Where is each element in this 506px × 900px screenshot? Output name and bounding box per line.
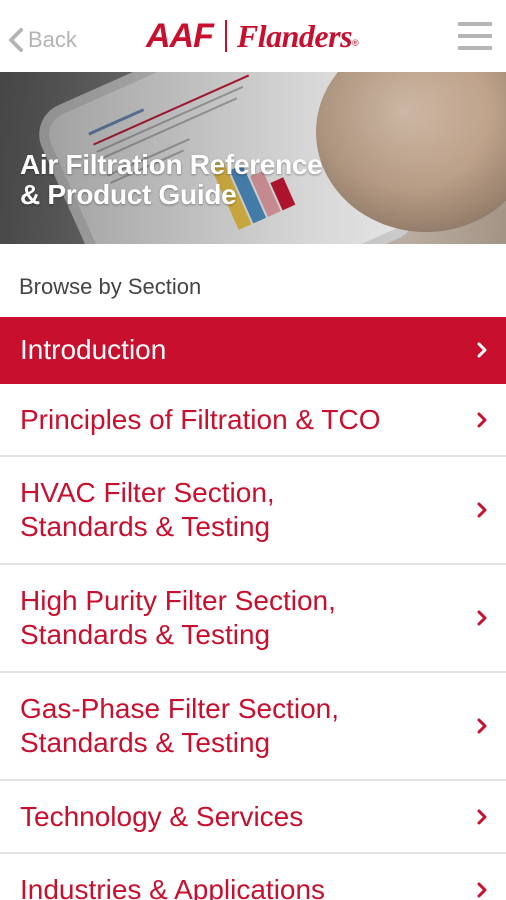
section-item-introduction[interactable]: Introduction <box>0 317 506 384</box>
chevron-right-icon <box>477 412 487 427</box>
section-item-label: Principles of Filtration & TCO <box>20 403 381 435</box>
menu-bar-middle <box>458 34 492 38</box>
browse-by-section-label: Browse by Section <box>19 274 202 299</box>
section-item-label: Industries & Applications <box>20 873 326 900</box>
section-item-principles[interactable]: Principles of Filtration & TCO <box>0 384 506 457</box>
chevron-right-icon <box>477 610 487 626</box>
section-item-gas-phase[interactable]: Gas-Phase Filter Section, Standards & Te… <box>0 673 506 781</box>
hero-title-line2: & Product Guide <box>20 179 237 210</box>
section-item-label: HVAC Filter Section, Standards & Testing <box>20 477 275 542</box>
section-item-technology[interactable]: Technology & Services <box>0 781 506 854</box>
chevron-right-icon <box>477 718 487 734</box>
menu-bar-bottom <box>458 46 492 50</box>
back-button[interactable]: Back <box>8 20 77 60</box>
chevron-left-icon <box>9 28 23 52</box>
app-screen: Back AAF Flanders ® Air Filtration Refer… <box>0 0 506 900</box>
hero-title-line1: Air Filtration Reference <box>20 149 323 180</box>
logo-flanders-text: Flanders <box>236 17 353 54</box>
chevron-right-icon <box>477 342 487 357</box>
section-list: Introduction Principles of Filtration & … <box>0 317 506 900</box>
section-item-label: Technology & Services <box>20 800 304 832</box>
back-button-label: Back <box>28 27 77 52</box>
section-item-high-purity[interactable]: High Purity Filter Section, Standards & … <box>0 565 506 673</box>
section-item-label: Introduction <box>20 333 167 365</box>
logo-aaf-text: AAF <box>146 16 214 55</box>
hero-title: Air Filtration Reference & Product Guide <box>20 150 380 210</box>
logo-divider <box>224 20 227 52</box>
hero-banner: Air Filtration Reference & Product Guide <box>0 72 506 244</box>
section-item-label: Gas-Phase Filter Section, Standards & Te… <box>20 693 340 758</box>
section-item-industries[interactable]: Industries & Applications <box>0 854 506 900</box>
chevron-right-icon <box>477 882 487 897</box>
section-item-hvac[interactable]: HVAC Filter Section, Standards & Testing <box>0 457 506 565</box>
hamburger-menu-icon[interactable] <box>458 22 492 50</box>
chevron-right-icon <box>477 502 487 518</box>
section-item-label: High Purity Filter Section, Standards & … <box>20 585 336 650</box>
aaf-flanders-logo: AAF Flanders ® <box>146 16 359 56</box>
menu-bar-top <box>458 22 492 26</box>
app-header: Back AAF Flanders ® <box>0 0 506 72</box>
logo-registered-mark: ® <box>352 38 359 48</box>
chevron-right-icon <box>477 809 487 824</box>
